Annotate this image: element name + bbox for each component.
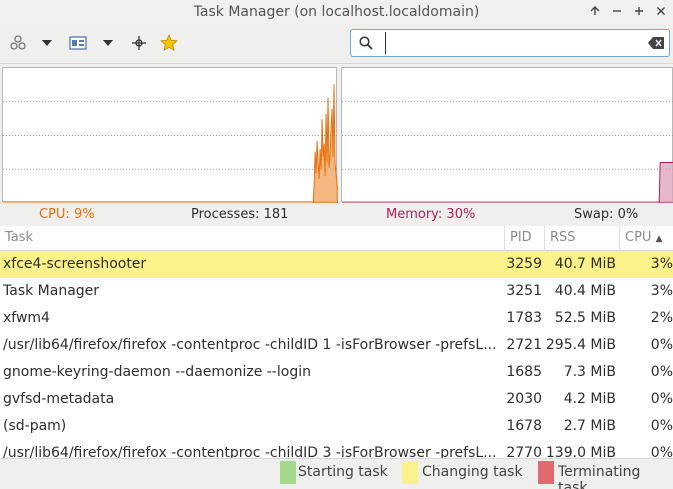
table-row[interactable]: xfwm4 1783 52.5 MiB 2% <box>0 305 673 332</box>
cell-rss: 295.4 MiB <box>545 337 616 353</box>
window-controls <box>587 3 669 19</box>
processes-count-label: Processes: 181 <box>191 207 289 222</box>
settings-cog-icon[interactable] <box>6 32 30 54</box>
cell-rss: 139.0 MiB <box>545 445 616 458</box>
table-row[interactable]: gnome-keyring-daemon --daemonize --login… <box>0 359 673 386</box>
cell-task: xfwm4 <box>3 310 50 326</box>
usage-series <box>342 162 673 203</box>
close-icon[interactable] <box>653 3 669 19</box>
legend-swatch-starting <box>280 461 296 484</box>
usage-series <box>3 84 338 203</box>
column-header-pid[interactable]: PID <box>505 226 545 251</box>
window-layout-icon[interactable] <box>66 32 90 54</box>
cell-pid: 1685 <box>506 364 542 380</box>
graph-area <box>0 64 673 204</box>
sort-ascending-icon: ▲ <box>655 234 663 244</box>
cell-cpu: 2% <box>650 310 673 326</box>
cell-rss: 2.7 MiB <box>563 418 616 434</box>
title-bar: Task Manager (on localhost.localdomain) <box>0 0 673 24</box>
table-header: Task PID RSS CPU ▲ <box>0 226 673 251</box>
star-icon[interactable] <box>157 32 181 54</box>
cell-cpu: 0% <box>650 337 673 353</box>
cell-task: /usr/lib64/firefox/firefox -contentproc … <box>3 337 497 353</box>
swap-usage-label: Swap: 0% <box>574 207 639 222</box>
column-header-cpu-label: CPU <box>625 230 652 245</box>
cpu-graph-plot <box>3 84 338 203</box>
table-row[interactable]: /usr/lib64/firefox/firefox -contentproc … <box>0 332 673 359</box>
cell-cpu: 0% <box>650 364 673 380</box>
search-box <box>350 29 670 57</box>
memory-usage-label: Memory: 30% <box>386 207 476 222</box>
cell-task: Task Manager <box>3 283 100 299</box>
table-row[interactable]: gvfsd-metadata 2030 4.2 MiB 0% <box>0 386 673 413</box>
cell-cpu: 3% <box>650 283 673 299</box>
cell-cpu: 3% <box>650 256 673 272</box>
cell-pid: 2030 <box>506 391 542 407</box>
cell-task: xfce4-screenshooter <box>3 256 147 272</box>
legend-swatch-terminating <box>538 461 554 484</box>
legend-label-starting: Starting task <box>298 464 388 480</box>
table-row[interactable]: xfce4-screenshooter 3259 40.7 MiB 3% <box>0 251 673 278</box>
cell-pid: 1783 <box>506 310 542 326</box>
window-title: Task Manager (on localhost.localdomain) <box>193 4 480 20</box>
legend-label-changing: Changing task <box>422 464 523 480</box>
minimize-icon[interactable] <box>609 3 625 19</box>
toolbar <box>0 24 673 64</box>
maximize-icon[interactable] <box>631 3 647 19</box>
search-input[interactable] <box>385 32 643 54</box>
column-header-cpu[interactable]: CPU ▲ <box>620 226 673 251</box>
cell-rss: 40.7 MiB <box>554 256 616 272</box>
cpu-usage-label: CPU: 9% <box>39 207 95 222</box>
chevron-down-icon[interactable] <box>101 32 115 54</box>
cell-rss: 52.5 MiB <box>554 310 616 326</box>
cell-pid: 3251 <box>506 283 542 299</box>
cell-pid: 3259 <box>506 256 542 272</box>
column-header-task[interactable]: Task <box>0 226 505 251</box>
cell-rss: 4.2 MiB <box>563 391 616 407</box>
legend-label-terminating: Terminating task <box>558 464 641 489</box>
column-header-rss[interactable]: RSS <box>545 226 620 251</box>
cell-pid: 2721 <box>506 337 542 353</box>
cell-pid: 1678 <box>506 418 542 434</box>
legend-swatch-changing <box>402 461 418 484</box>
table-row[interactable]: Task Manager 3251 40.4 MiB 3% <box>0 278 673 305</box>
table-row[interactable]: /usr/lib64/firefox/firefox -contentproc … <box>0 440 673 458</box>
move-up-icon[interactable] <box>587 3 603 19</box>
cell-cpu: 0% <box>650 418 673 434</box>
cell-cpu: 0% <box>650 391 673 407</box>
memory-graph-plot <box>342 101 673 203</box>
cell-rss: 7.3 MiB <box>563 364 616 380</box>
cell-task: gnome-keyring-daemon --daemonize --login <box>3 364 311 380</box>
cell-task: gvfsd-metadata <box>3 391 115 407</box>
chevron-down-icon[interactable] <box>40 32 54 54</box>
stats-bar: CPU: 9% Processes: 181 Memory: 30% Swap:… <box>0 204 673 226</box>
cpu-graph <box>2 67 338 203</box>
cell-task: (sd-pam) <box>3 418 67 434</box>
cell-cpu: 0% <box>650 445 673 458</box>
backspace-clear-icon[interactable] <box>643 37 669 49</box>
magnifier-icon <box>355 36 377 50</box>
cell-task: /usr/lib64/firefox/firefox -contentproc … <box>3 445 497 458</box>
cell-rss: 40.4 MiB <box>554 283 616 299</box>
process-table: Task PID RSS CPU ▲ xfce4-screenshooter 32… <box>0 226 673 458</box>
table-row[interactable]: (sd-pam) 1678 2.7 MiB 0% <box>0 413 673 440</box>
cell-pid: 2770 <box>506 445 542 458</box>
crosshair-icon[interactable] <box>127 32 151 54</box>
status-legend: Starting task Changing task Terminating … <box>0 458 673 489</box>
memory-graph <box>341 67 673 203</box>
